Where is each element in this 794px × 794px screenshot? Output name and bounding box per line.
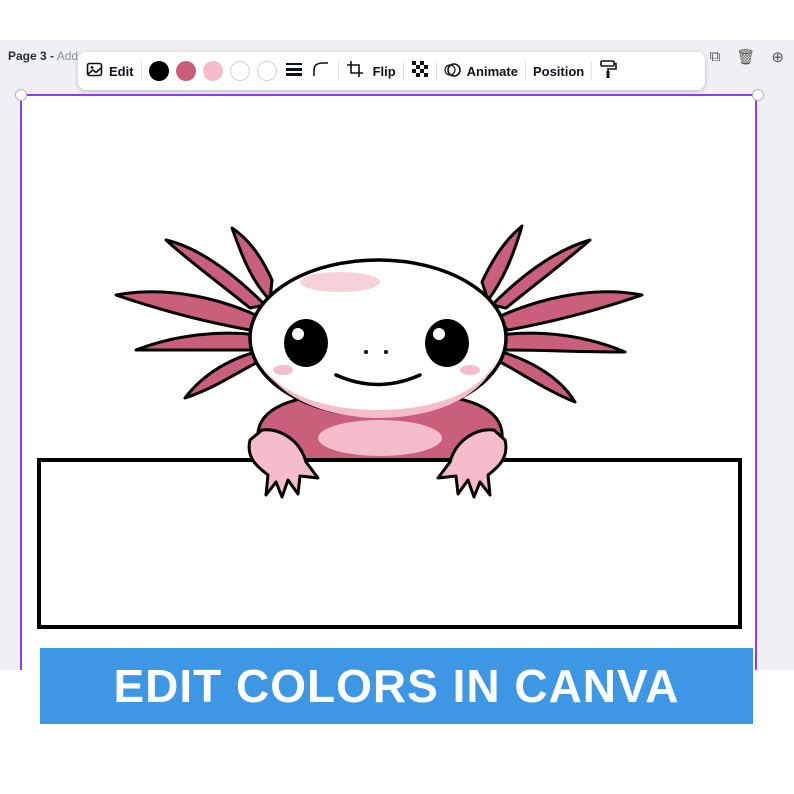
animate-label: Animate bbox=[466, 63, 518, 79]
banner-text: EDIT COLORS IN CANVA bbox=[113, 660, 680, 712]
toolbar-divider bbox=[337, 62, 339, 80]
promo-banner: EDIT COLORS IN CANVA bbox=[40, 648, 753, 724]
position-label: Position bbox=[532, 63, 585, 79]
color-swatch-black[interactable] bbox=[148, 61, 169, 81]
edit-image-button[interactable]: Edit bbox=[86, 61, 134, 82]
toolbar-divider bbox=[402, 62, 404, 80]
flip-button[interactable]: Flip bbox=[373, 64, 396, 79]
corner-rounding-icon[interactable] bbox=[311, 60, 331, 83]
animate-button[interactable]: Animate bbox=[444, 61, 518, 82]
crop-icon[interactable] bbox=[346, 60, 366, 83]
edit-label: Edit bbox=[109, 63, 134, 79]
flip-label: Flip bbox=[372, 63, 396, 79]
toolbar-divider bbox=[524, 62, 526, 80]
selection-frame[interactable] bbox=[20, 94, 757, 670]
animate-icon bbox=[444, 61, 462, 82]
color-swatch-light-pink[interactable] bbox=[202, 61, 223, 81]
paint-roller-icon[interactable] bbox=[599, 59, 618, 84]
line-weight-icon[interactable] bbox=[284, 60, 304, 83]
position-button[interactable]: Position bbox=[533, 64, 584, 79]
color-swatch-white-2[interactable] bbox=[256, 61, 277, 81]
image-edit-icon bbox=[86, 61, 104, 82]
toolbar-divider bbox=[435, 62, 437, 80]
color-swatch-dark-pink[interactable] bbox=[175, 61, 196, 81]
resize-handle-top-right[interactable] bbox=[752, 89, 764, 101]
toolbar-divider bbox=[140, 62, 142, 80]
transparency-icon[interactable] bbox=[411, 60, 429, 83]
image-toolbar: Edit Flip Animate Position bbox=[78, 52, 705, 90]
toolbar-divider bbox=[591, 62, 593, 80]
color-swatch-white[interactable] bbox=[229, 61, 250, 81]
resize-handle-top-left[interactable] bbox=[15, 89, 27, 101]
